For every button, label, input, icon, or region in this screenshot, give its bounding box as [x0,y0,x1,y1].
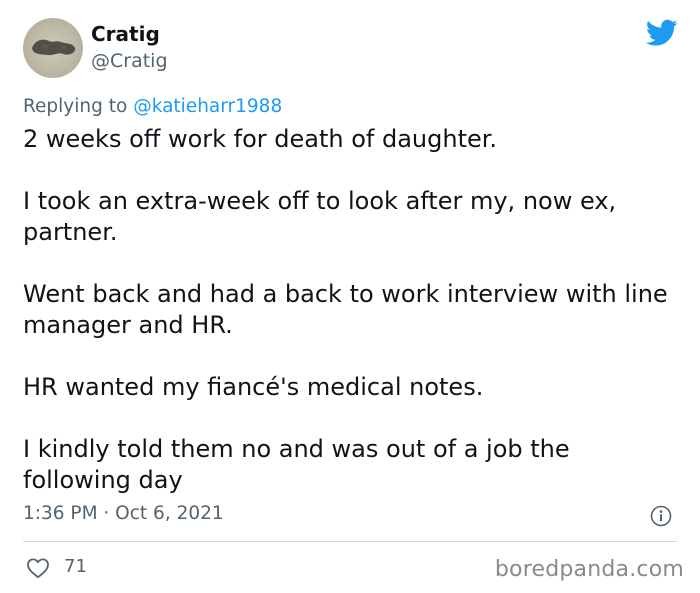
heart-icon[interactable] [26,557,50,579]
display-name[interactable]: Cratig [91,22,160,46]
tweet-timestamp[interactable]: 1:36 PM · Oct 6, 2021 [23,503,224,524]
tweet-body: 2 weeks off work for death of daughter. … [23,124,683,496]
tweet-card: Cratig @Cratig Replying to @katieharr198… [0,0,700,593]
replying-to-label: Replying to [23,96,134,117]
tweet-paragraph: I took an extra-week off to look after m… [23,187,617,246]
watermark: boredpanda.com [494,557,684,582]
tweet-paragraph: I kindly told them no and was out of a j… [23,435,570,494]
divider [23,541,677,542]
user-handle[interactable]: @Cratig [91,50,168,72]
avatar-image [32,39,76,56]
info-icon[interactable] [650,505,672,527]
tweet-paragraph: 2 weeks off work for death of daughter. [23,125,498,153]
twitter-bird-icon[interactable] [646,19,678,47]
avatar[interactable] [23,18,83,78]
replying-to-line: Replying to @katieharr1988 [23,96,282,117]
tweet-paragraph: Went back and had a back to work intervi… [23,280,668,339]
reply-mention-link[interactable]: @katieharr1988 [133,96,282,117]
tweet-paragraph: HR wanted my fiancé's medical notes. [23,373,484,401]
like-count: 71 [64,556,87,577]
